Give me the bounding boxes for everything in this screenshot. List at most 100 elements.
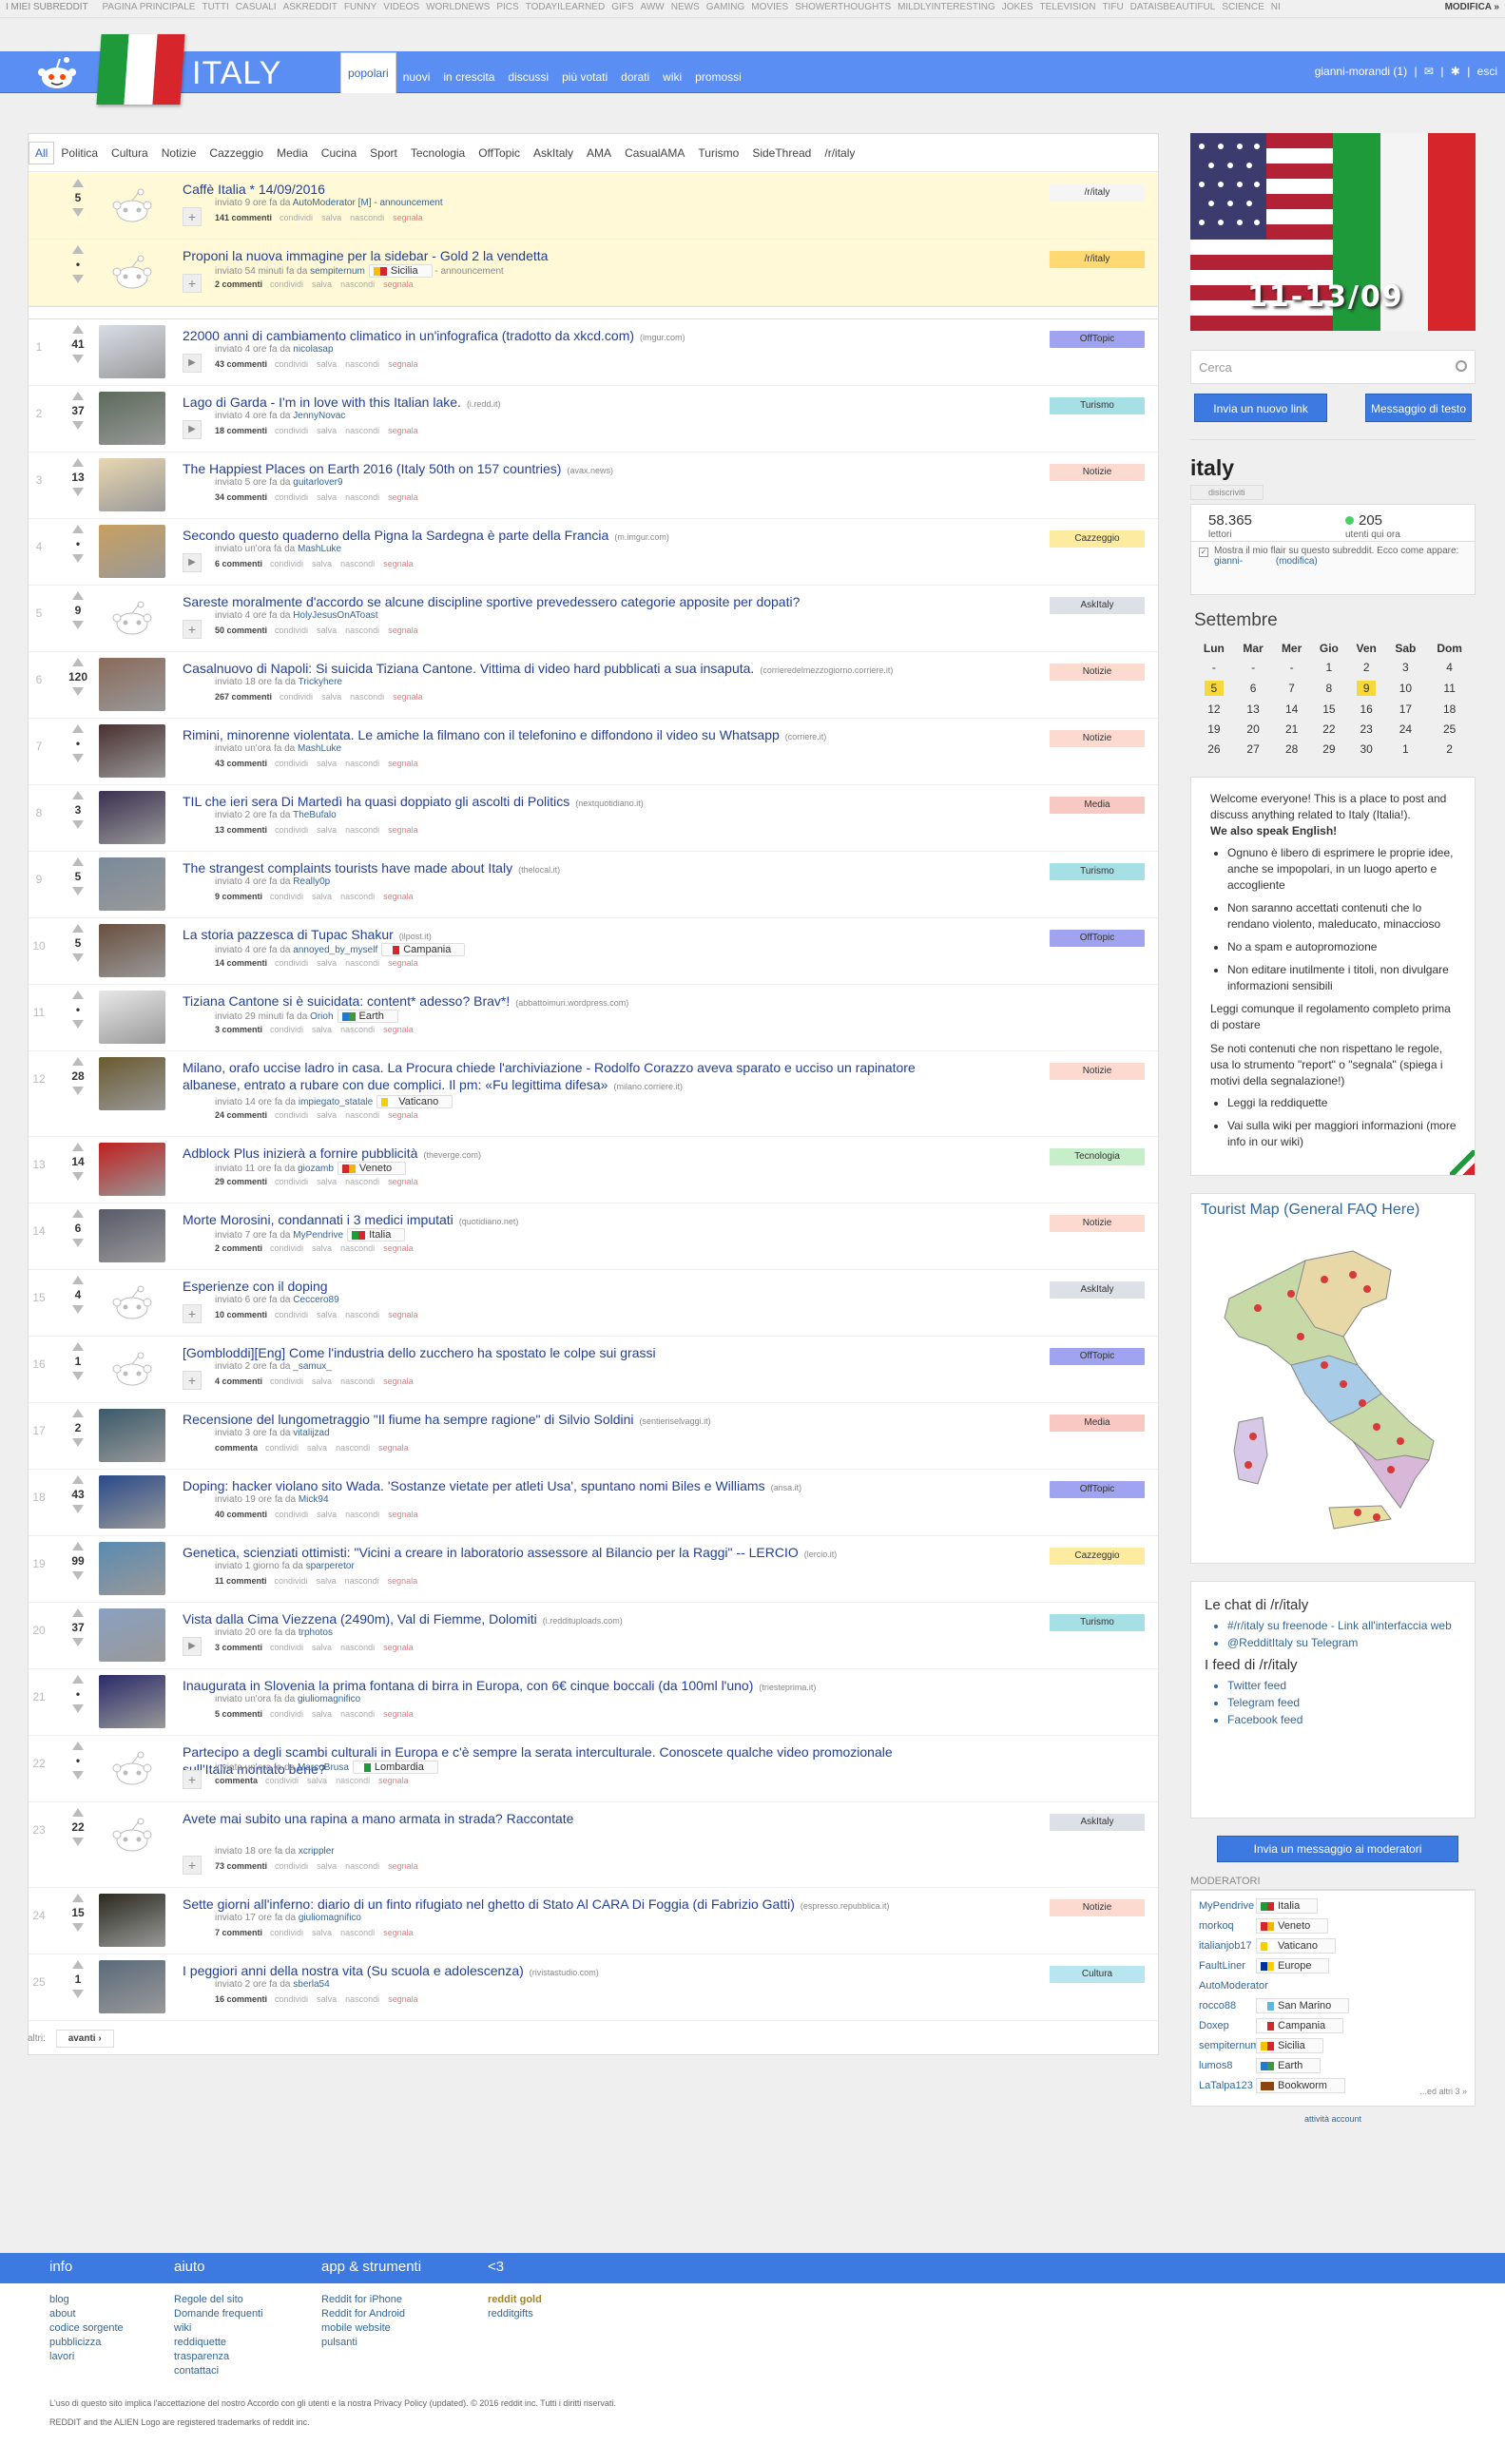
- upvote-arrow-icon[interactable]: [72, 591, 84, 600]
- message-moderators-button[interactable]: Invia un messaggio ai moderatori: [1217, 1836, 1458, 1862]
- downvote-arrow-icon[interactable]: [72, 1838, 84, 1846]
- calendar-day[interactable]: 24: [1385, 719, 1426, 740]
- comments-link[interactable]: 11 commenti: [215, 1576, 267, 1586]
- upvote-arrow-icon[interactable]: [72, 1960, 84, 1969]
- default-thumbnail-icon[interactable]: [99, 1808, 165, 1861]
- downvote-arrow-icon[interactable]: [72, 275, 84, 283]
- calendar-day[interactable]: 26: [1194, 739, 1234, 760]
- post-title[interactable]: Recensione del lungometraggio "Il fiume …: [183, 1411, 920, 1430]
- default-thumbnail-icon[interactable]: [99, 1276, 165, 1329]
- share-link[interactable]: condividi: [270, 1709, 303, 1719]
- report-link[interactable]: segnala: [378, 1776, 409, 1785]
- author-link[interactable]: giuliomagnifico: [298, 1694, 360, 1704]
- post-domain[interactable]: (imgur.com): [640, 333, 685, 342]
- post-title-text[interactable]: Proponi la nuova immagine per la sidebar…: [183, 248, 548, 263]
- default-thumbnail-icon[interactable]: [99, 179, 165, 232]
- save-link[interactable]: salva: [321, 692, 341, 702]
- hide-link[interactable]: nascondi: [345, 759, 379, 768]
- post-title-text[interactable]: Rimini, minorenne violentata. Le amiche …: [183, 727, 780, 742]
- feed-link[interactable]: Twitter feed: [1227, 1679, 1461, 1692]
- moderator-user-link[interactable]: AutoModerator: [1199, 1976, 1268, 1996]
- downvote-arrow-icon[interactable]: [72, 1771, 84, 1780]
- author-link[interactable]: Mick94: [299, 1494, 329, 1505]
- calendar-day[interactable]: 7: [1272, 677, 1311, 700]
- calendar-day[interactable]: 1: [1385, 739, 1426, 760]
- post-domain[interactable]: (m.imgur.com): [614, 532, 669, 542]
- calendar-day[interactable]: 10: [1385, 677, 1426, 700]
- comments-link[interactable]: 3 commenti: [215, 1643, 262, 1652]
- save-link[interactable]: salva: [317, 1576, 337, 1586]
- category-tab[interactable]: Notizie: [155, 146, 203, 160]
- save-link[interactable]: salva: [312, 1376, 332, 1386]
- hide-link[interactable]: nascondi: [350, 213, 384, 222]
- report-link[interactable]: segnala: [393, 213, 423, 222]
- hide-link[interactable]: nascondi: [345, 1861, 379, 1871]
- category-tab[interactable]: Media: [270, 146, 315, 160]
- post-domain[interactable]: (i.reddituploads.com): [543, 1616, 623, 1626]
- post-title[interactable]: Genetica, scienziati ottimisti: "Vicini …: [183, 1544, 920, 1563]
- my-subreddits-dropdown[interactable]: I MIEI SUBREDDIT: [6, 2, 88, 12]
- upvote-arrow-icon[interactable]: [72, 525, 84, 533]
- submit-link-button[interactable]: Invia un nuovo link: [1194, 394, 1327, 422]
- default-thumbnail-icon[interactable]: [99, 245, 165, 298]
- upvote-arrow-icon[interactable]: [72, 179, 84, 187]
- post-title[interactable]: The strangest complaints tourists have m…: [183, 859, 920, 878]
- comments-link[interactable]: 141 commenti: [215, 213, 272, 222]
- post-title[interactable]: Secondo questo quaderno della Pigna la S…: [183, 527, 920, 546]
- post-title-text[interactable]: Secondo questo quaderno della Pigna la S…: [183, 528, 608, 543]
- author-link[interactable]: Ceccero89: [293, 1295, 338, 1305]
- author-link[interactable]: nicolasap: [293, 344, 333, 355]
- subreddit-link[interactable]: casuali: [236, 2, 277, 12]
- post-title-text[interactable]: Morte Morosini, condannati i 3 medici im…: [183, 1212, 453, 1227]
- upvote-arrow-icon[interactable]: [72, 1057, 84, 1066]
- hide-link[interactable]: nascondi: [340, 1376, 375, 1386]
- hide-link[interactable]: nascondi: [345, 1310, 379, 1319]
- category-tab[interactable]: Cazzeggio: [203, 146, 270, 160]
- share-link[interactable]: condividi: [275, 626, 308, 635]
- category-tab[interactable]: All: [29, 141, 55, 164]
- subreddit-link[interactable]: science: [1222, 2, 1264, 12]
- post-title[interactable]: 22000 anni di cambiamento climatico in u…: [183, 327, 920, 346]
- post-thumbnail[interactable]: [99, 1894, 165, 1947]
- subreddit-link[interactable]: tutti: [202, 2, 228, 12]
- tab-0[interactable]: popolari: [340, 52, 396, 93]
- italy-map-image[interactable]: [1201, 1222, 1467, 1546]
- calendar-day[interactable]: 11: [1425, 677, 1474, 700]
- comments-link[interactable]: 34 commenti: [215, 492, 267, 502]
- upvote-arrow-icon[interactable]: [72, 1675, 84, 1684]
- author-link[interactable]: sempiternum: [310, 266, 365, 277]
- calendar-day[interactable]: 30: [1346, 739, 1386, 760]
- post-title-text[interactable]: Lago di Garda - I'm in love with this It…: [183, 395, 461, 410]
- author-link[interactable]: giuliomagnifico: [299, 1913, 361, 1923]
- save-link[interactable]: salva: [312, 1709, 332, 1719]
- expand-video-button[interactable]: ▶: [183, 354, 202, 373]
- moderator-user-link[interactable]: Doxep: [1199, 2016, 1256, 2036]
- comments-link[interactable]: 2 commenti: [215, 279, 262, 289]
- search-icon[interactable]: [1456, 360, 1467, 372]
- upvote-arrow-icon[interactable]: [72, 1475, 84, 1484]
- save-link[interactable]: salva: [317, 1110, 337, 1120]
- logout-link[interactable]: esci: [1477, 65, 1497, 78]
- report-link[interactable]: segnala: [388, 1510, 418, 1519]
- hide-link[interactable]: nascondi: [345, 1177, 379, 1186]
- calendar-day[interactable]: 8: [1310, 677, 1347, 700]
- share-link[interactable]: condividi: [275, 958, 308, 968]
- expand-video-button[interactable]: ▶: [183, 553, 202, 572]
- post-domain[interactable]: (abbattoimuri.wordpress.com): [515, 998, 628, 1008]
- username-link[interactable]: gianni-morandi (1): [1315, 65, 1407, 78]
- moderator-user-link[interactable]: sempiternum: [1199, 2036, 1260, 2056]
- report-link[interactable]: segnala: [388, 1310, 418, 1319]
- subreddit-link[interactable]: jokes: [1002, 2, 1033, 12]
- footer-link[interactable]: reddiquette: [174, 2336, 263, 2350]
- author-link[interactable]: sberla54: [293, 1979, 329, 1990]
- comments-link[interactable]: 43 commenti: [215, 759, 267, 768]
- comments-link[interactable]: 18 commenti: [215, 426, 267, 435]
- downvote-arrow-icon[interactable]: [72, 208, 84, 217]
- report-link[interactable]: segnala: [383, 1243, 414, 1253]
- author-link[interactable]: _samux_: [293, 1361, 332, 1372]
- footer-link[interactable]: pulsanti: [321, 2336, 405, 2350]
- post-title-text[interactable]: TIL che ieri sera Di Martedì ha quasi do…: [183, 794, 569, 809]
- default-thumbnail-icon[interactable]: [99, 1342, 165, 1396]
- share-link[interactable]: condividi: [280, 692, 313, 702]
- category-tab[interactable]: Politica: [54, 146, 105, 160]
